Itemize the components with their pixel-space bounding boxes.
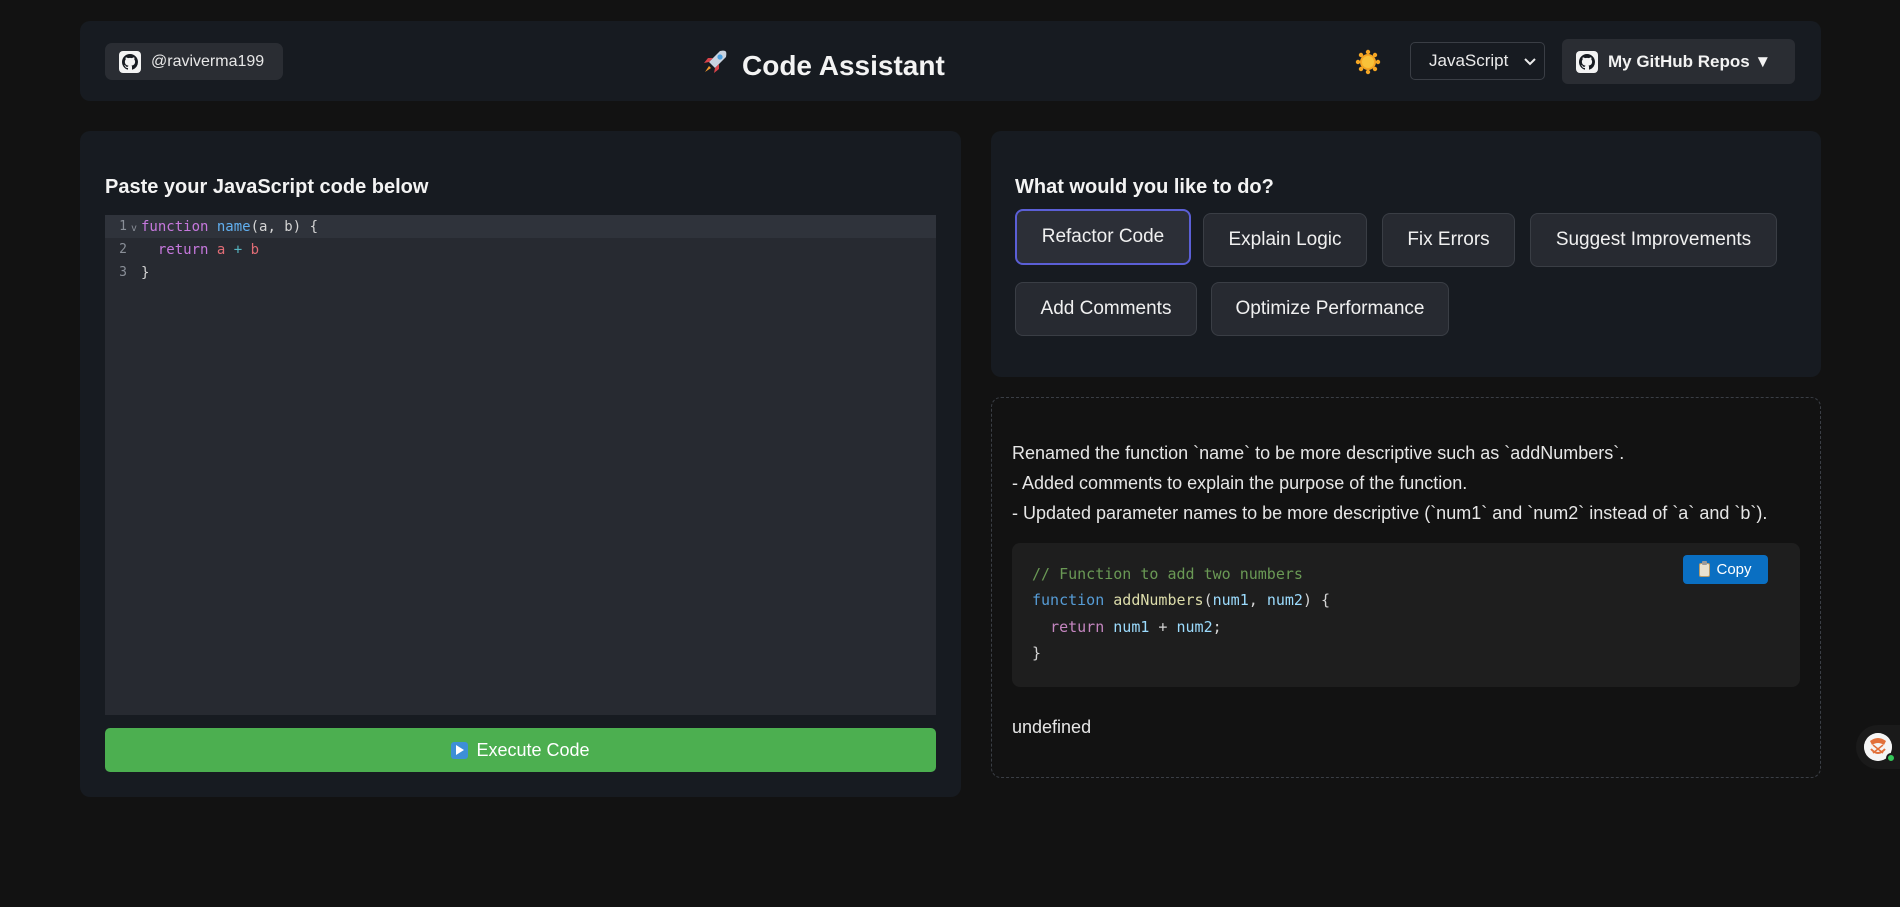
copy-label: Copy: [1716, 561, 1752, 578]
page-title: Code Assistant: [700, 47, 970, 84]
response-panel: Renamed the function `name` to be more d…: [991, 397, 1821, 778]
app-header: @raviverma199 Code Assistant JavaScript …: [80, 21, 1821, 101]
actions-panel: What would you like to do? Refactor Code…: [991, 131, 1821, 377]
language-select[interactable]: JavaScript: [1410, 42, 1545, 80]
online-status-dot: [1886, 753, 1896, 763]
sun-icon[interactable]: [1355, 49, 1381, 75]
language-value: JavaScript: [1429, 51, 1509, 70]
copy-button[interactable]: Copy: [1683, 555, 1768, 584]
github-repos-button[interactable]: My GitHub Repos ▼: [1562, 39, 1795, 84]
chevron-down-icon: [1524, 51, 1536, 71]
explain-logic-button[interactable]: Explain Logic: [1203, 213, 1367, 267]
response-text-line: - Updated parameter names to be more des…: [1012, 503, 1768, 523]
optimize-performance-button[interactable]: Optimize Performance: [1211, 282, 1449, 336]
code-text: }: [141, 264, 150, 281]
response-text-line: - Added comments to explain the purpose …: [1012, 473, 1468, 493]
refactor-code-button[interactable]: Refactor Code: [1015, 209, 1191, 265]
repos-label: My GitHub Repos ▼: [1608, 51, 1772, 71]
github-icon: [1576, 50, 1598, 73]
code-comment: // Function to add two numbers: [1032, 565, 1303, 583]
code-line: }: [1032, 644, 1042, 662]
fix-errors-button[interactable]: Fix Errors: [1382, 213, 1515, 267]
rocket-icon: [700, 47, 730, 84]
github-user-badge[interactable]: @raviverma199: [105, 43, 283, 80]
execute-label: Execute Code: [476, 739, 590, 760]
clipboard-icon: [1699, 560, 1711, 577]
code-line[interactable]: 1 v function name(a, b) {: [105, 215, 936, 238]
fold-chevron-icon[interactable]: v: [127, 223, 141, 234]
code-editor[interactable]: 1 v function name(a, b) { 2 return a + b…: [105, 215, 936, 715]
app-title-text: Code Assistant: [742, 49, 945, 81]
username-label: @raviverma199: [151, 52, 265, 70]
code-text: return a + b: [157, 241, 260, 258]
actions-heading: What would you like to do?: [1015, 176, 1274, 198]
code-line[interactable]: 3 }: [105, 261, 936, 284]
editor-heading: Paste your JavaScript code below: [105, 176, 429, 198]
response-code-block[interactable]: // Function to add two numbers function …: [1012, 543, 1800, 687]
github-icon: [119, 50, 141, 73]
code-line: return num1 + num2;: [1050, 618, 1222, 636]
line-number: 2: [119, 242, 127, 257]
code-line[interactable]: 2 return a + b: [105, 238, 936, 261]
play-icon: [451, 741, 469, 759]
floating-avatar-widget[interactable]: [1856, 725, 1900, 769]
editor-panel: Paste your JavaScript code below 1 v fun…: [80, 131, 961, 797]
suggest-improvements-button[interactable]: Suggest Improvements: [1530, 213, 1777, 267]
response-text-line: Renamed the function `name` to be more d…: [1012, 443, 1625, 463]
line-number: 1: [119, 219, 127, 234]
line-number: 3: [119, 265, 127, 280]
response-footer: undefined: [1012, 717, 1092, 737]
code-line: function addNumbers(num1, num2) {: [1032, 591, 1331, 609]
execute-code-button[interactable]: Execute Code: [105, 728, 936, 772]
code-text: function name(a, b) {: [141, 218, 319, 235]
add-comments-button[interactable]: Add Comments: [1015, 282, 1197, 336]
